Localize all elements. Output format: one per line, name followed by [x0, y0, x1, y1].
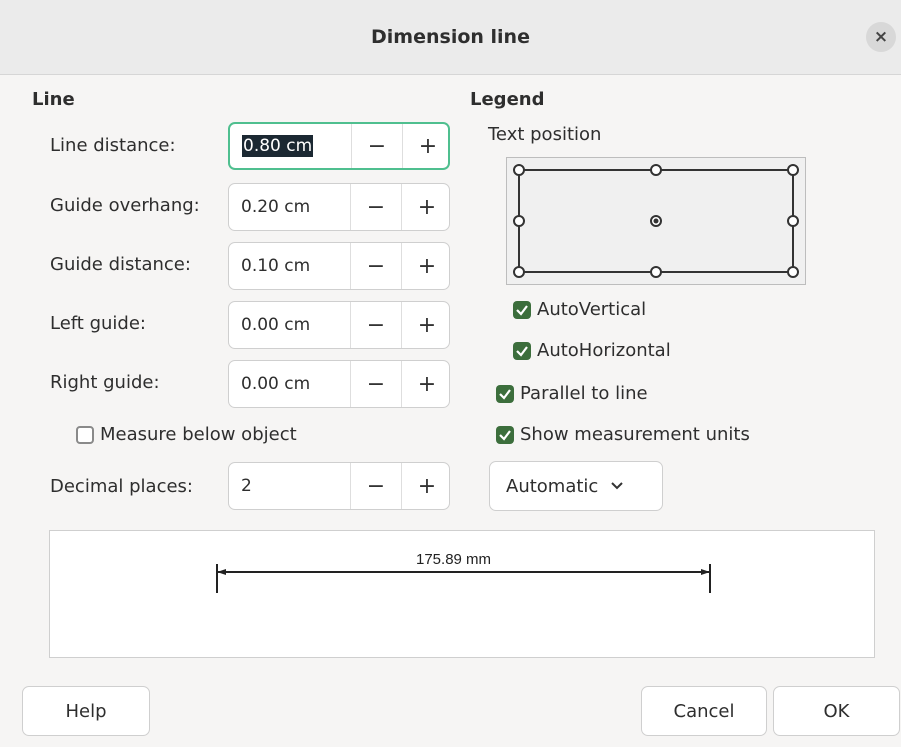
text-position-bottom-right[interactable]: [787, 266, 799, 278]
guide-overhang-input[interactable]: 0.20 cm: [229, 184, 349, 230]
guide-distance-spinbox[interactable]: 0.10 cm − +: [228, 242, 450, 290]
left-guide-input[interactable]: 0.00 cm: [229, 302, 349, 348]
show-units-label: Show measurement units: [520, 424, 750, 445]
decimal-places-spinbox[interactable]: 2 − +: [228, 462, 450, 510]
parallel-to-line-label: Parallel to line: [520, 383, 648, 404]
autohorizontal-label: AutoHorizontal: [537, 340, 671, 361]
decimal-places-increment-button[interactable]: +: [401, 463, 452, 509]
guide-overhang-label: Guide overhang:: [50, 195, 200, 216]
preview-measurement-text: 175.89 mm: [416, 551, 492, 568]
left-guide-decrement-button[interactable]: −: [350, 302, 401, 348]
line-distance-decrement-button[interactable]: −: [351, 124, 402, 168]
right-guide-input[interactable]: 0.00 cm: [229, 361, 349, 407]
text-position-middle-left[interactable]: [513, 215, 525, 227]
close-button[interactable]: ×: [866, 22, 896, 52]
show-units-checkbox-box[interactable]: [496, 425, 514, 444]
dialog-title: Dimension line: [371, 26, 530, 48]
text-position-bottom-center[interactable]: [650, 266, 662, 278]
text-position-center-selected-dot: [653, 218, 659, 224]
units-dropdown-value: Automatic: [506, 475, 599, 497]
text-position-top-center[interactable]: [650, 164, 662, 176]
left-guide-increment-button[interactable]: +: [401, 302, 452, 348]
text-position-top-left[interactable]: [513, 164, 525, 176]
text-position-grid: [513, 164, 799, 278]
left-guide-spinbox[interactable]: 0.00 cm − +: [228, 301, 450, 349]
autohorizontal-checkbox-box[interactable]: [513, 341, 531, 360]
right-guide-decrement-button[interactable]: −: [350, 361, 401, 407]
line-distance-spinbox[interactable]: 0.80 cm − +: [228, 122, 450, 170]
legend-section-heading: Legend: [470, 89, 545, 110]
line-distance-label: Line distance:: [50, 135, 176, 156]
autovertical-checkbox[interactable]: AutoVertical: [513, 299, 646, 320]
checkmark-icon: [516, 304, 528, 316]
autohorizontal-checkbox[interactable]: AutoHorizontal: [513, 340, 671, 361]
guide-distance-input[interactable]: 0.10 cm: [229, 243, 349, 289]
decimal-places-decrement-button[interactable]: −: [350, 463, 401, 509]
close-icon: ×: [873, 27, 889, 47]
guide-overhang-spinbox[interactable]: 0.20 cm − +: [228, 183, 450, 231]
parallel-to-line-checkbox-box[interactable]: [496, 384, 514, 403]
decimal-places-input[interactable]: 2: [229, 463, 349, 509]
guide-distance-decrement-button[interactable]: −: [350, 243, 401, 289]
guide-distance-label: Guide distance:: [50, 254, 191, 275]
autovertical-checkbox-box[interactable]: [513, 300, 531, 319]
text-position-bottom-left[interactable]: [513, 266, 525, 278]
checkmark-icon: [499, 429, 511, 441]
decimal-places-label: Decimal places:: [50, 476, 193, 497]
measure-below-label: Measure below object: [100, 424, 297, 445]
parallel-to-line-checkbox[interactable]: Parallel to line: [496, 383, 648, 404]
show-units-checkbox[interactable]: Show measurement units: [496, 424, 750, 445]
guide-distance-increment-button[interactable]: +: [401, 243, 452, 289]
ok-button[interactable]: OK: [773, 686, 900, 736]
text-position-selector[interactable]: [506, 157, 806, 285]
dimension-line-preview: [49, 530, 875, 658]
autovertical-label: AutoVertical: [537, 299, 647, 320]
line-distance-input[interactable]: 0.80 cm: [230, 124, 350, 168]
checkmark-icon: [499, 388, 511, 400]
line-section-heading: Line: [32, 89, 75, 110]
guide-overhang-increment-button[interactable]: +: [401, 184, 452, 230]
units-dropdown[interactable]: Automatic: [489, 461, 663, 511]
right-guide-increment-button[interactable]: +: [401, 361, 452, 407]
line-distance-increment-button[interactable]: +: [402, 124, 453, 168]
text-position-middle-right[interactable]: [787, 215, 799, 227]
help-button[interactable]: Help: [22, 686, 150, 736]
text-position-label: Text position: [488, 124, 602, 145]
guide-overhang-decrement-button[interactable]: −: [350, 184, 401, 230]
checkmark-icon: [516, 345, 528, 357]
dialog-titlebar: Dimension line ×: [0, 0, 901, 75]
chevron-down-icon: [611, 482, 624, 490]
line-distance-value: 0.80 cm: [242, 135, 314, 157]
right-guide-spinbox[interactable]: 0.00 cm − +: [228, 360, 450, 408]
measure-below-checkbox[interactable]: Measure below object: [76, 424, 297, 445]
measure-below-checkbox-box[interactable]: [76, 425, 94, 444]
cancel-button[interactable]: Cancel: [641, 686, 767, 736]
left-guide-label: Left guide:: [50, 313, 146, 334]
text-position-top-right[interactable]: [787, 164, 799, 176]
right-guide-label: Right guide:: [50, 372, 160, 393]
